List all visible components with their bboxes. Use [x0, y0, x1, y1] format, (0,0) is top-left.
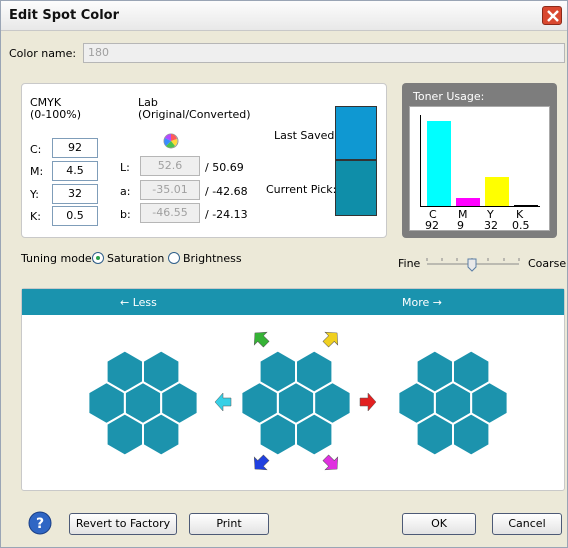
arrow-cyan-icon[interactable]: [214, 392, 232, 412]
toner-bar-m: [456, 197, 480, 206]
adjustment-panel: ← Less More →: [21, 288, 565, 491]
last-saved-label: Last Saved:: [274, 129, 339, 142]
brightness-radio[interactable]: [168, 252, 180, 264]
toner-usage-title: Toner Usage:: [413, 90, 485, 103]
lab-l-converted: / 50.69: [205, 161, 244, 174]
arrow-blue-icon[interactable]: [249, 451, 273, 475]
more-hex-2[interactable]: [452, 349, 491, 394]
dialog-title: Edit Spot Color: [9, 8, 119, 23]
close-icon: [547, 10, 559, 22]
c-label: C:: [30, 143, 42, 156]
lab-b-converted: / -24.13: [205, 208, 248, 221]
toner-chart: C M Y K 92 9 32 0.5: [409, 106, 550, 232]
color-name-field[interactable]: 180: [83, 43, 565, 63]
less-hex-2[interactable]: [142, 349, 181, 394]
cancel-button[interactable]: Cancel: [492, 513, 562, 535]
color-wheel-icon[interactable]: [163, 133, 179, 149]
arrow-yellow-icon[interactable]: [319, 327, 343, 351]
toner-bar-k: [514, 205, 538, 206]
more-hex-4[interactable]: [452, 412, 491, 457]
less-hex-4[interactable]: [142, 412, 181, 457]
current-hex-3[interactable]: [258, 349, 297, 394]
color-values-group: CMYK (0-100%) Lab (Original/Converted) C…: [21, 83, 387, 238]
more-hex-5[interactable]: [415, 412, 454, 457]
more-label[interactable]: More →: [402, 296, 442, 309]
revert-to-factory-button[interactable]: Revert to Factory: [69, 513, 177, 535]
tuning-mode-label: Tuning mode:: [21, 252, 96, 265]
brightness-label[interactable]: Brightness: [183, 252, 242, 265]
more-hex-3[interactable]: [415, 349, 454, 394]
toner-value-c: 92: [425, 219, 439, 232]
hexagon-color-picker[interactable]: [22, 315, 564, 490]
lab-a-converted: / -42.68: [205, 185, 248, 198]
toner-bar-y: [485, 176, 509, 206]
k-label: K:: [30, 210, 41, 223]
title-bar: Edit Spot Color: [1, 1, 567, 31]
less-more-banner: ← Less More →: [22, 289, 564, 315]
ok-button[interactable]: OK: [402, 513, 476, 535]
y-label: Y:: [30, 188, 39, 201]
toner-plot: [420, 115, 540, 207]
less-hex-5[interactable]: [105, 412, 144, 457]
close-button[interactable]: [542, 6, 562, 25]
lab-a-label: a:: [120, 185, 131, 198]
coarse-label: Coarse: [528, 257, 567, 270]
cmyk-range: (0-100%): [30, 108, 81, 121]
toner-bar-c: [427, 121, 451, 206]
lab-l-label: L:: [120, 161, 130, 174]
less-hex-3[interactable]: [105, 349, 144, 394]
fine-label: Fine: [398, 257, 421, 270]
current-hex-5[interactable]: [258, 412, 297, 457]
lab-b-label: b:: [120, 208, 131, 221]
m-label: M:: [30, 165, 44, 178]
lab-b-original: -46.55: [140, 203, 200, 223]
toner-usage-panel: Toner Usage: C M Y K 92 9 32 0.5: [402, 83, 557, 238]
y-input[interactable]: 32: [52, 184, 98, 204]
arrow-magenta-icon[interactable]: [319, 451, 343, 475]
toner-value-y: 32: [484, 219, 498, 232]
lab-a-original: -35.01: [140, 180, 200, 200]
lab-subheader: (Original/Converted): [138, 108, 251, 121]
current-pick-swatch: [335, 160, 377, 216]
c-input[interactable]: 92: [52, 138, 98, 158]
toner-value-k: 0.5: [512, 219, 530, 232]
toner-value-m: 9: [457, 219, 464, 232]
current-hex-4[interactable]: [295, 412, 334, 457]
saturation-label[interactable]: Saturation: [107, 252, 164, 265]
lab-l-original: 52.6: [140, 156, 200, 176]
last-saved-swatch: [335, 106, 377, 160]
current-hex-2[interactable]: [295, 349, 334, 394]
help-icon[interactable]: ?: [28, 511, 52, 535]
saturation-radio[interactable]: [92, 252, 104, 264]
edit-spot-color-dialog: Edit Spot Color Color name: 180 CMYK (0-…: [0, 0, 568, 548]
arrow-green-icon[interactable]: [249, 327, 273, 351]
svg-text:?: ?: [36, 516, 44, 532]
less-label[interactable]: ← Less: [120, 296, 157, 309]
step-slider[interactable]: [424, 251, 522, 275]
m-input[interactable]: 4.5: [52, 161, 98, 181]
k-input[interactable]: 0.5: [52, 206, 98, 226]
current-pick-label: Current Pick:: [266, 183, 337, 196]
color-name-label: Color name:: [9, 47, 77, 60]
print-button[interactable]: Print: [189, 513, 269, 535]
arrow-red-icon[interactable]: [359, 392, 377, 412]
